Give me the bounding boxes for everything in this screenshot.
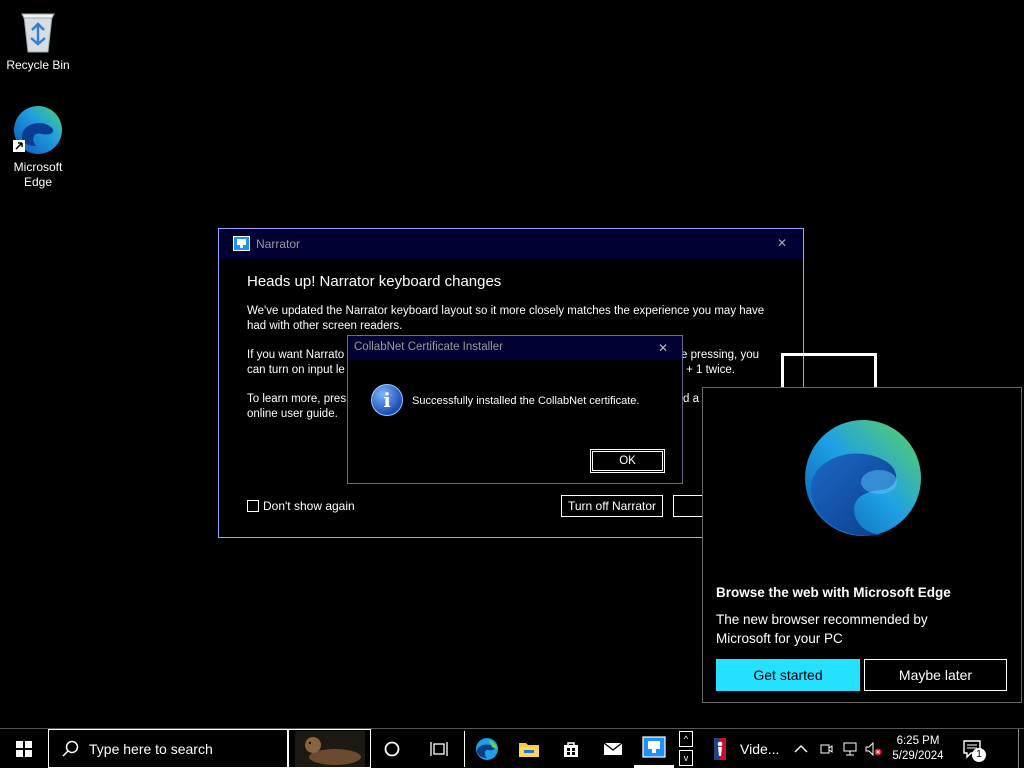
tray-network-icon[interactable] bbox=[839, 729, 861, 768]
chevron-up-icon bbox=[794, 744, 808, 752]
taskbar-clock[interactable]: 6:25 PM 5/29/2024 bbox=[886, 729, 950, 768]
clock-date: 5/29/2024 bbox=[892, 749, 944, 762]
maybe-later-button[interactable]: Maybe later bbox=[864, 659, 1007, 691]
search-placeholder: Type here to search bbox=[89, 740, 213, 757]
search-icon bbox=[62, 740, 79, 757]
checkbox-label: Don't show again bbox=[263, 499, 355, 513]
notification-count-badge: 1 bbox=[972, 748, 986, 762]
task-view-button[interactable] bbox=[419, 729, 459, 768]
narrator-paragraph-fragment: online user guide. bbox=[247, 408, 338, 420]
dont-show-again-checkbox[interactable]: Don't show again bbox=[247, 499, 355, 513]
focus-highlight-rectangle bbox=[781, 353, 877, 390]
narrator-titlebar[interactable]: Narrator ✕ bbox=[219, 229, 803, 259]
volume-muted-icon bbox=[865, 741, 882, 756]
promo-body: The new browser recommended by Microsoft… bbox=[716, 612, 928, 646]
cortana-circle-icon bbox=[384, 741, 400, 756]
desktop-icon-microsoft-edge[interactable]: Microsoft Edge bbox=[0, 104, 76, 190]
narrator-paragraph-fragment: To learn more, pres bbox=[247, 393, 347, 405]
edge-icon bbox=[12, 104, 64, 156]
taskbar-video-app-button[interactable]: Vide... bbox=[700, 729, 788, 768]
collabnet-close-icon[interactable]: ✕ bbox=[658, 341, 668, 355]
taskbar-narrator-button[interactable] bbox=[634, 729, 674, 768]
desktop-icon-recycle-bin[interactable]: Recycle Bin bbox=[0, 8, 76, 73]
taskbar-search-box[interactable]: Type here to search bbox=[48, 729, 288, 768]
turn-off-narrator-button[interactable]: Turn off Narrator bbox=[561, 495, 663, 517]
recycle-bin-icon bbox=[18, 8, 58, 54]
folder-icon bbox=[519, 742, 539, 757]
desktop-icon-label: Recycle Bin bbox=[6, 58, 70, 72]
taskbar-mail-button[interactable] bbox=[592, 729, 634, 768]
narrator-paragraph: We've updated the Narrator keyboard layo… bbox=[247, 305, 765, 332]
tray-volume-icon[interactable] bbox=[862, 729, 884, 768]
video-app-label: Vide... bbox=[740, 740, 780, 757]
taskbar-store-button[interactable] bbox=[550, 729, 592, 768]
windows-logo-icon bbox=[16, 740, 32, 757]
nba-logo-icon bbox=[714, 737, 726, 760]
action-center-button[interactable]: 1 bbox=[954, 729, 990, 768]
ok-button-inner: OK bbox=[592, 451, 663, 471]
narrator-paragraph-fragment: e pressing, you bbox=[681, 349, 759, 361]
narrator-app-icon bbox=[233, 236, 250, 251]
promo-title: Browse the web with Microsoft Edge bbox=[716, 585, 951, 600]
clock-time: 6:25 PM bbox=[896, 734, 940, 747]
tray-meet-now-icon[interactable] bbox=[815, 729, 837, 768]
narrator-paragraph-fragment: can turn on input le bbox=[247, 364, 345, 376]
narrator-heading: Heads up! Narrator keyboard changes bbox=[247, 273, 502, 290]
store-bag-icon bbox=[564, 741, 578, 757]
collabnet-ok-button[interactable]: OK bbox=[590, 449, 665, 473]
start-button[interactable] bbox=[0, 729, 48, 768]
mail-icon bbox=[603, 741, 623, 755]
scroll-down-arrow-icon[interactable]: v bbox=[679, 750, 693, 766]
task-view-icon bbox=[430, 741, 448, 756]
collabnet-message: Successfully installed the CollabNet cer… bbox=[412, 395, 640, 407]
narrator-icon bbox=[642, 736, 666, 758]
network-icon bbox=[843, 742, 857, 755]
collabnet-titlebar[interactable]: CollabNet Certificate Installer ✕ bbox=[348, 336, 682, 360]
task-view-cortana-button[interactable] bbox=[372, 729, 412, 768]
camera-icon bbox=[820, 744, 833, 753]
narrator-close-icon[interactable]: ✕ bbox=[777, 236, 787, 250]
taskbar-scroll-arrows[interactable]: ^ v bbox=[677, 729, 695, 768]
edge-logo-icon bbox=[803, 418, 923, 538]
search-highlight-image[interactable] bbox=[288, 729, 371, 768]
otter-icon bbox=[294, 730, 365, 767]
narrator-paragraph-fragment: + 1 twice. bbox=[686, 364, 735, 376]
taskbar-edge-button[interactable] bbox=[466, 729, 508, 768]
edge-promo-panel: Browse the web with Microsoft Edge The n… bbox=[702, 387, 1022, 703]
narrator-paragraph-fragment: If you want Narrato bbox=[247, 349, 345, 361]
edge-icon bbox=[476, 737, 498, 760]
info-icon: i bbox=[371, 384, 403, 416]
taskbar: Type here to search ^ v Vide... 6:25 PM … bbox=[0, 728, 1024, 768]
collabnet-title: CollabNet Certificate Installer bbox=[354, 341, 503, 353]
taskbar-file-explorer-button[interactable] bbox=[508, 729, 550, 768]
collabnet-installer-dialog: CollabNet Certificate Installer ✕ i Succ… bbox=[347, 335, 683, 484]
show-desktop-button[interactable] bbox=[1018, 729, 1024, 768]
taskbar-separator bbox=[464, 731, 465, 767]
scroll-up-arrow-icon[interactable]: ^ bbox=[679, 731, 693, 747]
get-started-button[interactable]: Get started bbox=[716, 659, 860, 691]
narrator-title: Narrator bbox=[256, 237, 301, 251]
desktop-icon-label: Microsoft Edge bbox=[13, 160, 63, 189]
show-hidden-icons-button[interactable] bbox=[790, 729, 812, 768]
checkbox-box[interactable] bbox=[247, 500, 259, 512]
